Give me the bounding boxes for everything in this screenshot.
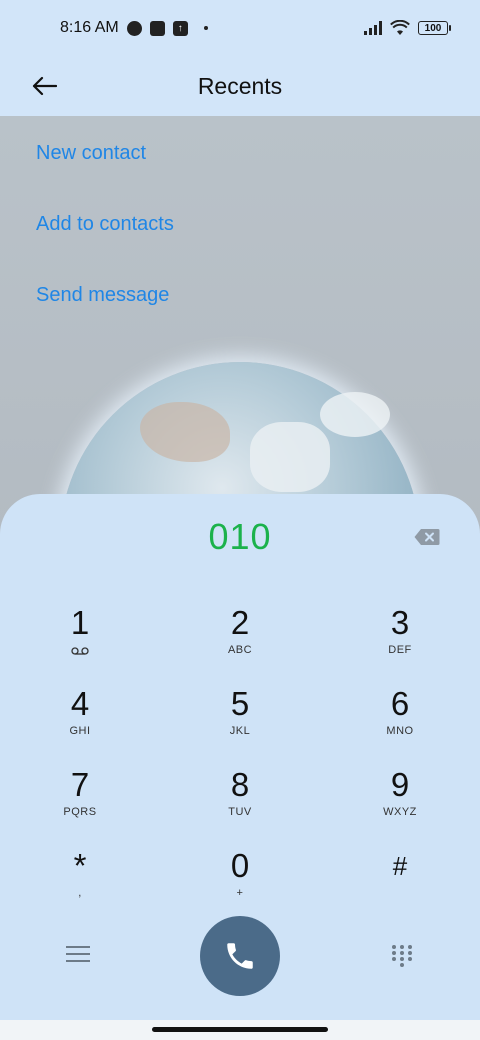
key-letters: WXYZ: [383, 806, 417, 818]
key-digit: 9: [390, 766, 410, 803]
key-digit: 6: [390, 685, 410, 722]
dialpad-sheet: 010 1 2 ABC 3 DEF 4 GHI 5 JKL 6 MNO 7 PQ…: [0, 494, 480, 1022]
status-bar: 8:16 AM ↑ 100: [0, 0, 480, 56]
key-7[interactable]: 7 PQRS: [20, 766, 140, 836]
add-to-contacts-link[interactable]: Add to contacts: [36, 213, 174, 236]
key-digit: 3: [390, 604, 410, 641]
signal-icon: [364, 21, 382, 35]
key-star[interactable]: * ,: [20, 847, 140, 917]
key-2[interactable]: 2 ABC: [180, 604, 300, 674]
dialer-screen: 8:16 AM ↑ 100 Recents New contact Add to…: [0, 0, 480, 1040]
key-5[interactable]: 5 JKL: [180, 685, 300, 755]
battery-icon: 100: [418, 21, 451, 35]
key-digit: *: [73, 847, 87, 884]
action-list: New contact Add to contacts Send message: [36, 142, 174, 355]
home-gesture-handle[interactable]: [152, 1027, 328, 1032]
key-digit: 2: [230, 604, 250, 641]
arrow-left-icon: [32, 76, 57, 96]
dot-icon: [203, 26, 208, 30]
voicemail-icon: [71, 647, 89, 655]
key-hash[interactable]: #: [340, 847, 460, 917]
key-digit: 5: [230, 685, 250, 722]
key-4[interactable]: 4 GHI: [20, 685, 140, 755]
key-0[interactable]: 0 +: [180, 847, 300, 917]
key-9[interactable]: 9 WXYZ: [340, 766, 460, 836]
send-message-link[interactable]: Send message: [36, 284, 174, 307]
key-1[interactable]: 1: [20, 604, 140, 674]
dialpad-toggle-icon[interactable]: [392, 945, 412, 967]
battery-level: 100: [424, 22, 442, 34]
key-digit: 1: [70, 604, 90, 641]
key-letters: MNO: [386, 725, 414, 737]
key-letters: JKL: [229, 725, 251, 737]
wifi-icon: [390, 20, 410, 35]
key-letters: +: [236, 887, 244, 899]
status-time: 8:16 AM: [60, 19, 119, 36]
key-digit: 4: [70, 685, 90, 722]
new-contact-link[interactable]: New contact: [36, 142, 174, 165]
key-digit: 7: [70, 766, 90, 803]
navigation-bar: [0, 1020, 480, 1040]
phone-icon: [227, 943, 253, 969]
key-letters: TUV: [228, 806, 252, 818]
key-6[interactable]: 6 MNO: [340, 685, 460, 755]
dialed-number: 010: [208, 516, 272, 557]
key-3[interactable]: 3 DEF: [340, 604, 460, 674]
key-digit: #: [392, 851, 408, 881]
call-button[interactable]: [200, 916, 280, 996]
key-letters: PQRS: [63, 806, 97, 818]
page-title: Recents: [197, 72, 283, 99]
menu-icon[interactable]: [66, 946, 90, 968]
backspace-icon[interactable]: [414, 528, 440, 546]
back-button[interactable]: [24, 66, 64, 106]
key-letters: DEF: [388, 644, 412, 656]
key-digit: 0: [230, 847, 250, 884]
key-8[interactable]: 8 TUV: [180, 766, 300, 836]
key-letters: GHI: [69, 725, 91, 737]
square-icon: [149, 20, 165, 36]
app-bar: Recents: [0, 56, 480, 116]
key-digit: 8: [230, 766, 250, 803]
upload-icon: ↑: [172, 20, 188, 36]
wallpaper-area: New contact Add to contacts Send message: [0, 116, 480, 536]
key-letters: ,: [78, 887, 82, 899]
notification-icon: [126, 20, 142, 36]
key-letters: ABC: [227, 644, 253, 656]
